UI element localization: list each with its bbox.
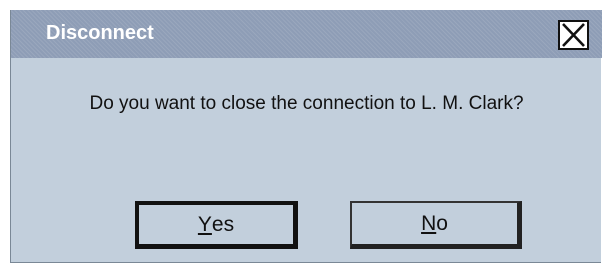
disconnect-dialog: Disconnect Do you want to close the conn… [10, 10, 602, 263]
no-mnemonic: N [421, 211, 437, 235]
dialog-titlebar[interactable]: Disconnect [11, 10, 602, 58]
dialog-message: Do you want to close the connection to L… [89, 93, 524, 114]
yes-button[interactable]: Yes [135, 201, 298, 249]
yes-label-rest: es [211, 212, 235, 236]
no-label-rest: o [436, 211, 448, 235]
yes-mnemonic: Y [197, 212, 212, 236]
dialog-title: Disconnect [46, 22, 154, 44]
close-icon [562, 23, 585, 47]
close-button[interactable] [558, 20, 589, 50]
no-button[interactable]: No [350, 201, 522, 249]
